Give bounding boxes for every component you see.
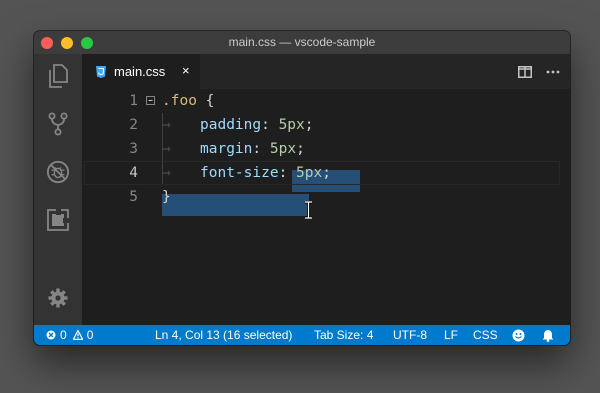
- language-mode[interactable]: CSS: [473, 325, 498, 345]
- code-line: 2 → padding: 5px;: [82, 113, 562, 137]
- code-text: }: [162, 185, 171, 209]
- css-property: font-size: [200, 165, 279, 181]
- tab-label: main.css: [114, 64, 166, 79]
- smiley-icon[interactable]: [512, 329, 525, 342]
- code-line: 1 .foo {: [82, 89, 562, 113]
- tab-close-button[interactable]: ×: [182, 64, 190, 78]
- semicolon: ;: [322, 165, 331, 181]
- fold-toggle-icon[interactable]: [146, 96, 155, 105]
- source-control-icon[interactable]: [46, 112, 70, 136]
- open-brace: {: [196, 93, 215, 109]
- code-text: margin: 5px;: [200, 137, 305, 161]
- vscode-window: main.css — vscode-sample main.css × 1 .f…: [34, 31, 570, 345]
- title-bar: main.css — vscode-sample: [34, 31, 570, 54]
- tab-size-indicator[interactable]: Tab Size: 4: [314, 325, 373, 345]
- explorer-icon[interactable]: [46, 64, 70, 88]
- activity-bar: [34, 54, 82, 325]
- line-number: 3: [129, 141, 138, 157]
- code-text: .foo {: [162, 89, 214, 113]
- encoding-indicator[interactable]: UTF-8: [393, 325, 427, 345]
- css-property: padding: [200, 117, 262, 133]
- whitespace-tab-marker: →: [162, 141, 171, 157]
- css-value: 5px: [269, 141, 297, 157]
- problems-indicator[interactable]: 0 0: [46, 325, 93, 345]
- colon: :: [261, 117, 279, 133]
- warning-count: 0: [86, 328, 94, 342]
- line-ending-indicator[interactable]: LF: [444, 325, 458, 345]
- css-file-icon: [96, 65, 106, 78]
- code-line: 5 }: [82, 185, 562, 209]
- semicolon: ;: [296, 141, 305, 157]
- window-title: main.css — vscode-sample: [228, 35, 376, 49]
- settings-gear-icon[interactable]: [46, 286, 70, 310]
- css-value: 5px: [296, 165, 323, 181]
- text-cursor-ibeam-icon: [305, 201, 312, 219]
- debug-disabled-icon[interactable]: [46, 160, 70, 184]
- code-text: padding: 5px;: [200, 113, 314, 137]
- minimize-window-button[interactable]: [61, 37, 73, 49]
- warning-icon: [72, 330, 83, 340]
- code-text: font-size: 5px;: [200, 161, 331, 185]
- line-number: 1: [129, 93, 138, 109]
- split-editor-icon[interactable]: [518, 65, 532, 78]
- more-actions-icon[interactable]: [546, 70, 560, 74]
- maximize-window-button[interactable]: [81, 37, 93, 49]
- code-line-active: 4 → font-size: 5px;: [82, 161, 562, 185]
- close-window-button[interactable]: [41, 37, 53, 49]
- code-line: 3 → margin: 5px;: [82, 137, 562, 161]
- css-selector: .foo: [162, 93, 197, 109]
- tab-main-css[interactable]: main.css ×: [82, 54, 200, 89]
- window-controls: [41, 37, 93, 49]
- css-property: margin: [200, 141, 253, 157]
- error-icon: [46, 330, 56, 340]
- colon: :: [278, 165, 297, 181]
- bell-icon[interactable]: [542, 329, 554, 342]
- line-number: 5: [129, 189, 138, 205]
- close-brace: }: [162, 189, 171, 205]
- editor-actions: [518, 54, 560, 89]
- semicolon: ;: [304, 117, 314, 133]
- css-value: 5px: [278, 117, 305, 133]
- code-editor[interactable]: 1 .foo { 2 → padding: 5px; 3 → margin: 5…: [82, 89, 570, 325]
- whitespace-tab-marker: →: [162, 117, 171, 133]
- extensions-icon[interactable]: [46, 208, 70, 232]
- whitespace-tab-marker: →: [162, 165, 171, 181]
- line-number: 2: [129, 117, 138, 133]
- cursor-position[interactable]: Ln 4, Col 13 (16 selected): [155, 325, 292, 345]
- line-number: 4: [129, 165, 138, 181]
- colon: :: [252, 141, 270, 157]
- editor-tabs-bar: main.css ×: [82, 54, 570, 89]
- error-count: 0: [60, 328, 67, 342]
- status-bar: 0 0 Ln 4, Col 13 (16 selected) Tab Size:…: [34, 325, 570, 345]
